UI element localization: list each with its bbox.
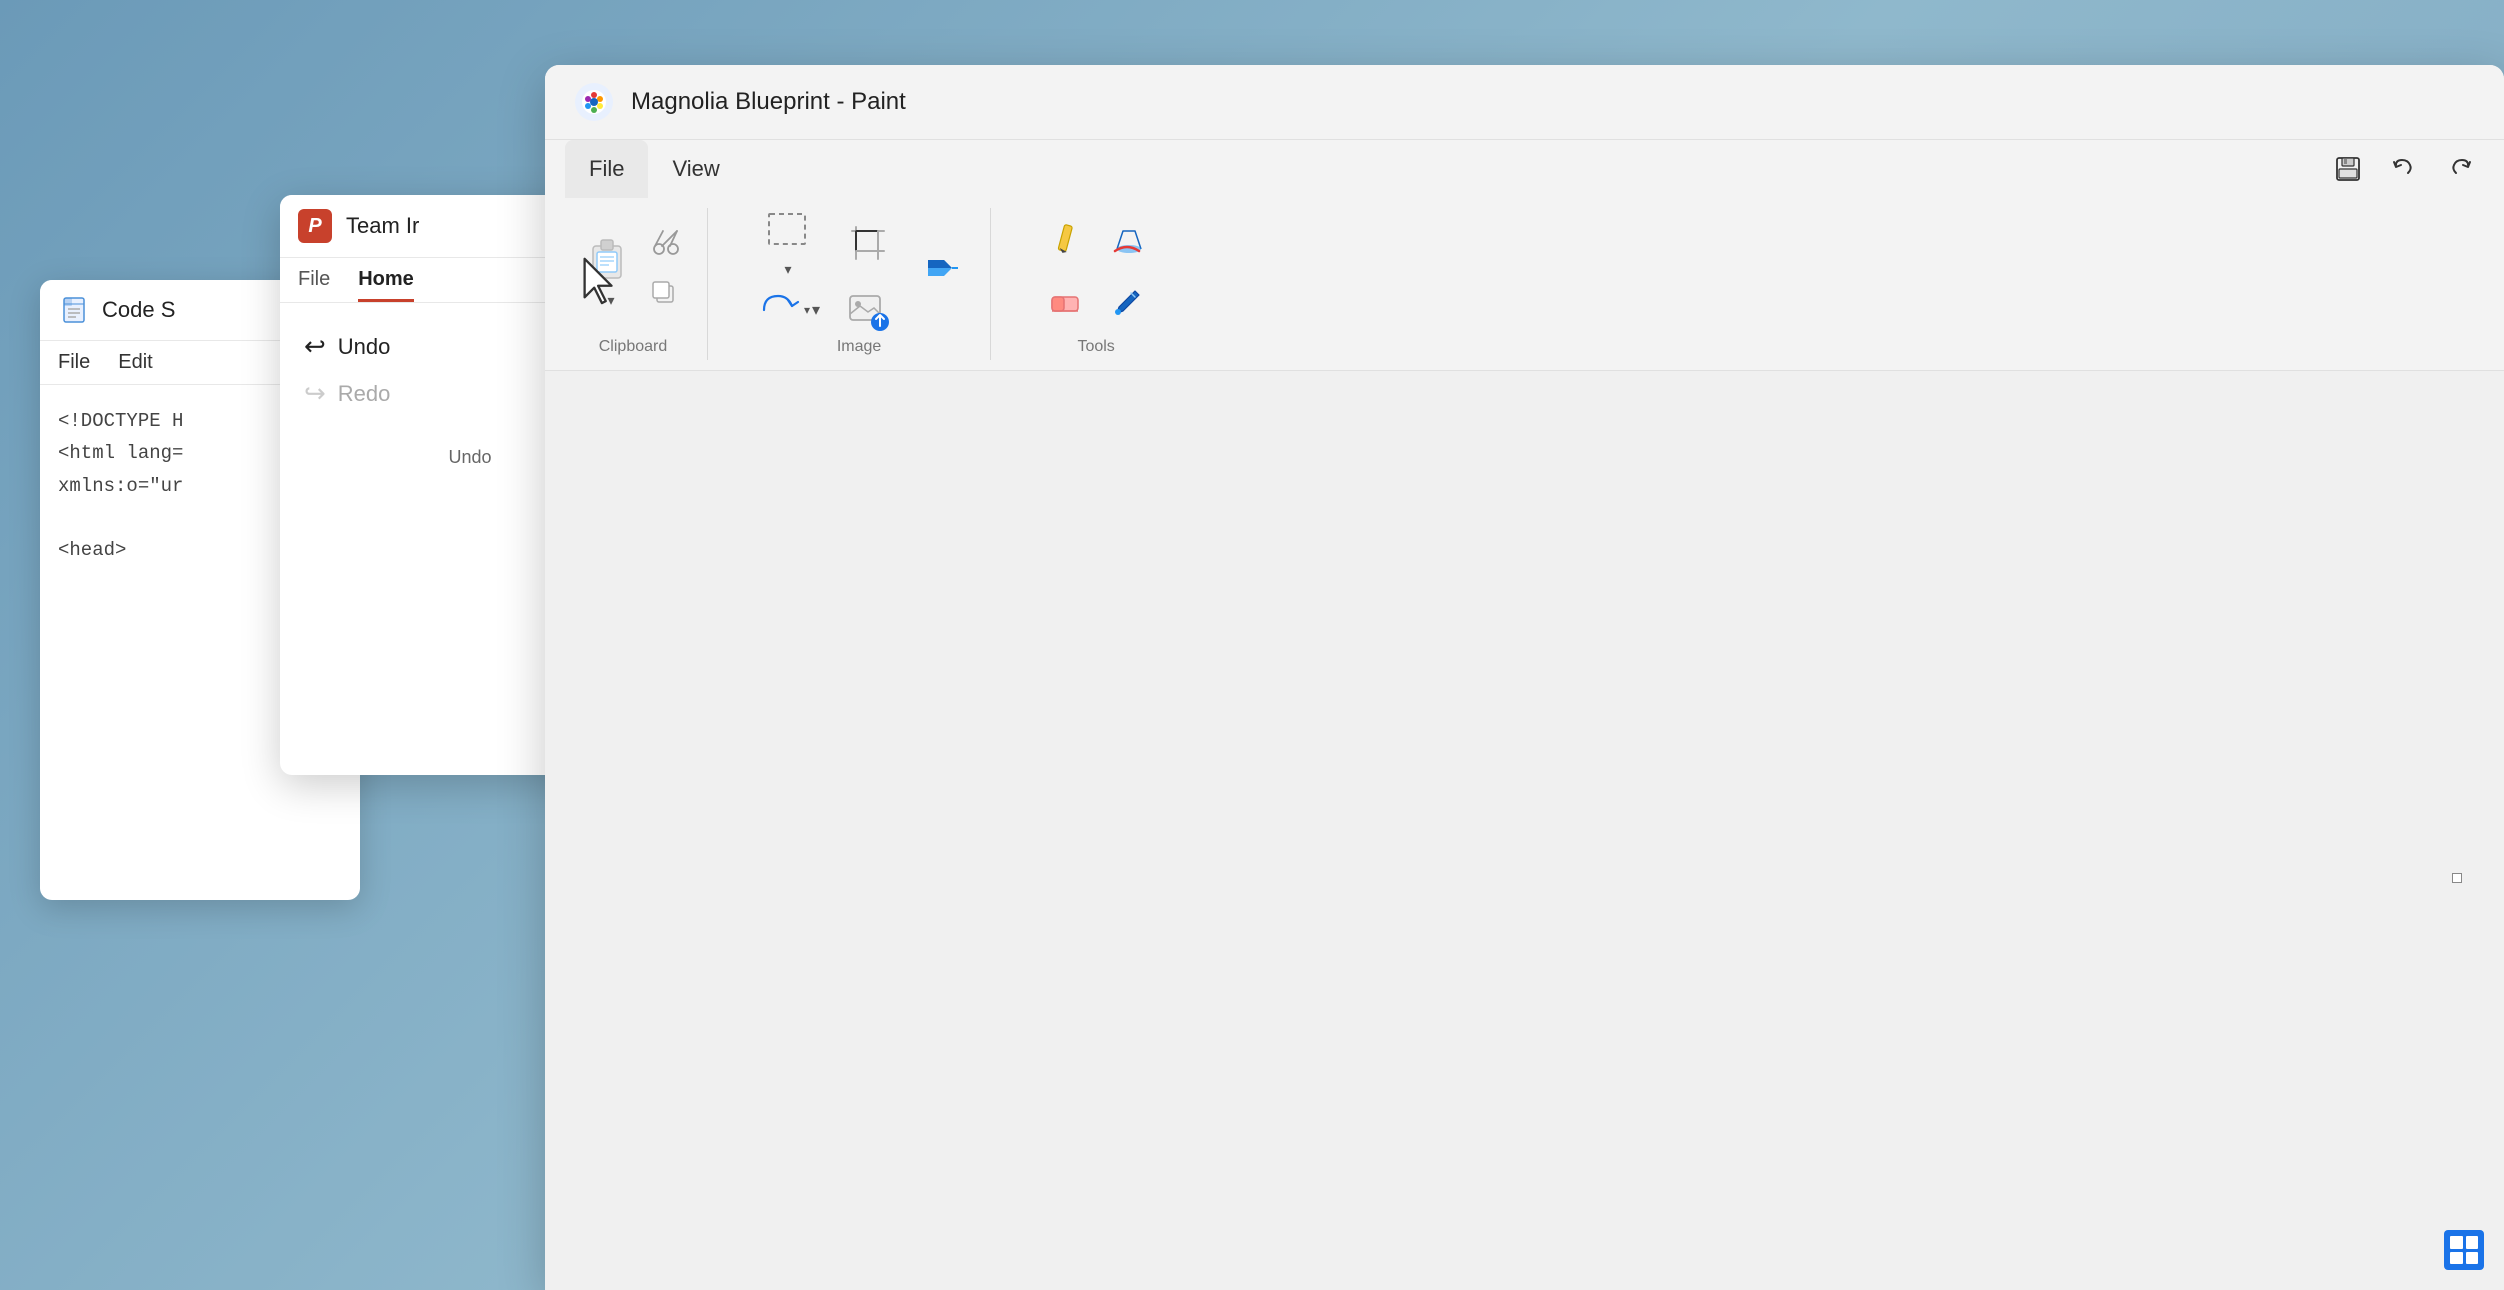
paint-window: Magnolia Blueprint - Paint File View bbox=[545, 65, 2504, 1290]
canvas-resize-handle[interactable] bbox=[2452, 873, 2462, 883]
image-label: Image bbox=[837, 332, 881, 360]
insert-image-icon[interactable] bbox=[836, 288, 900, 332]
windows-key[interactable] bbox=[2444, 1230, 2484, 1270]
ppt-title: Team Ir bbox=[346, 213, 419, 239]
paint-ribbon-content: ▾ bbox=[545, 198, 2504, 370]
ppt-redo-label: Redo bbox=[338, 381, 391, 407]
paint-app-icon bbox=[573, 81, 615, 123]
tools-group: Tools bbox=[1011, 208, 1181, 360]
crop-tool-icon[interactable] bbox=[836, 208, 900, 278]
pencil-tool-icon[interactable] bbox=[1039, 213, 1091, 265]
ribbon-tab-view[interactable]: View bbox=[648, 140, 743, 198]
tools-icons bbox=[1039, 208, 1153, 332]
ppt-tab-home[interactable]: Home bbox=[358, 268, 414, 302]
win-key-pane-bl bbox=[2450, 1252, 2463, 1265]
notepad-icon bbox=[58, 294, 90, 326]
select-dropdown[interactable]: ▾ bbox=[785, 261, 792, 278]
select-tool-icon[interactable] bbox=[763, 208, 813, 257]
clipboard-group: ▾ bbox=[565, 208, 708, 360]
redo-icon bbox=[2446, 155, 2474, 183]
ribbon-spacer-1 bbox=[708, 208, 728, 360]
ppt-undo-label: Undo bbox=[338, 334, 391, 360]
image-group: ▾ bbox=[728, 208, 991, 360]
scissors-icon[interactable] bbox=[649, 225, 683, 268]
win-key-pane-br bbox=[2466, 1252, 2479, 1265]
undo-icon bbox=[2390, 155, 2418, 183]
eyedropper-tool-icon[interactable] bbox=[1101, 275, 1153, 327]
paint-ribbon-top: File View bbox=[545, 140, 2504, 198]
paint-titlebar: Magnolia Blueprint - Paint bbox=[545, 65, 2504, 140]
code-editor-title: Code S bbox=[102, 297, 175, 323]
clipboard-label: Clipboard bbox=[599, 332, 667, 360]
copy-icon[interactable] bbox=[649, 278, 683, 315]
paint-canvas[interactable] bbox=[545, 371, 2504, 1290]
ppt-tab-file[interactable]: File bbox=[298, 268, 330, 302]
win-key-pane-tl bbox=[2450, 1236, 2463, 1249]
image-tools: ▾ bbox=[756, 208, 962, 332]
ribbon-tab-file[interactable]: File bbox=[565, 140, 648, 198]
save-button[interactable] bbox=[2324, 145, 2372, 193]
ribbon-spacer-2 bbox=[991, 208, 1011, 360]
paint-window-title: Magnolia Blueprint - Paint bbox=[631, 88, 906, 116]
ribbon-tab-file-label: File bbox=[589, 156, 624, 182]
code-menu-edit[interactable]: Edit bbox=[118, 351, 152, 374]
paste-icon[interactable] bbox=[583, 232, 639, 288]
win-key-pane-tr bbox=[2466, 1236, 2479, 1249]
tools-label: Tools bbox=[1077, 332, 1114, 360]
clipboard-tools: ▾ bbox=[583, 208, 683, 332]
powerpoint-icon: P bbox=[298, 209, 332, 243]
undo-button[interactable] bbox=[2380, 145, 2428, 193]
paste-dropdown[interactable]: ▾ bbox=[607, 292, 614, 309]
fill-bucket-icon[interactable] bbox=[1101, 213, 1153, 265]
redo-icon: ↪ bbox=[304, 378, 326, 409]
code-menu-file[interactable]: File bbox=[58, 351, 90, 374]
paint-ribbon: File View bbox=[545, 140, 2504, 371]
ribbon-tab-view-label: View bbox=[672, 156, 719, 182]
redo-button[interactable] bbox=[2436, 145, 2484, 193]
eraser-tool-icon[interactable] bbox=[1039, 275, 1091, 327]
undo-icon: ↩ bbox=[304, 331, 326, 362]
resize-tool-icon[interactable]: ▾ ▾ bbox=[756, 288, 820, 332]
ribbon-toolbar-right bbox=[2324, 140, 2484, 198]
fill-tool-icon[interactable] bbox=[918, 246, 962, 295]
save-icon bbox=[2334, 155, 2362, 183]
